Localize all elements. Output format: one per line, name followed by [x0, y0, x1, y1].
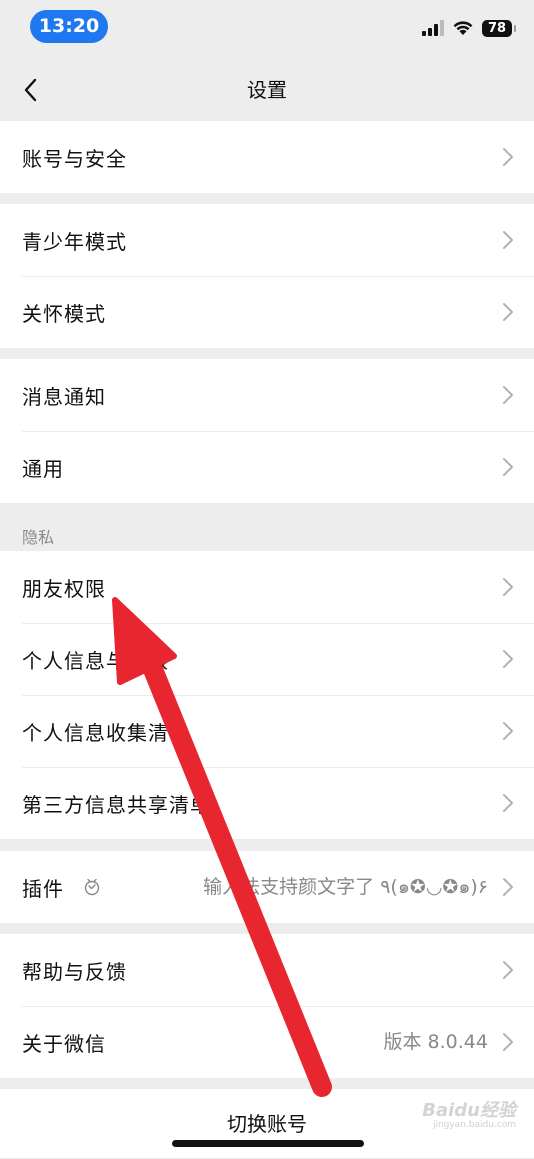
settings-item-care-mode[interactable]: 关怀模式	[0, 276, 534, 348]
settings-screen: 13:20 78 设置 账号与安全 青少年模式 关怀模式 消息通知 通用 隐私 …	[0, 0, 534, 1158]
settings-item-label: 朋友权限	[22, 576, 106, 601]
home-indicator	[172, 1140, 364, 1147]
chevron-right-icon	[503, 878, 513, 896]
baidu-watermark: Baidu经验 jingyan.baidu.com	[422, 1096, 516, 1130]
settings-item-label: 关于微信	[22, 1031, 106, 1056]
settings-item-plugins[interactable]: 插件 输入法支持颜文字了 ٩(๑✪◡✪๑)۶	[0, 851, 534, 923]
settings-item-info-collection-list[interactable]: 个人信息收集清单	[0, 695, 534, 767]
group-plugins: 插件 输入法支持颜文字了 ٩(๑✪◡✪๑)۶	[0, 851, 534, 923]
chevron-right-icon	[503, 386, 513, 404]
section-header-privacy: 隐私	[22, 528, 55, 547]
settings-item-label: 帮助与反馈	[22, 959, 127, 984]
plugins-promo-text: 输入法支持颜文字了 ٩(๑✪◡✪๑)۶	[203, 876, 488, 898]
chevron-right-icon	[503, 794, 513, 812]
settings-item-account-security[interactable]: 账号与安全	[0, 121, 534, 193]
settings-item-general[interactable]: 通用	[0, 431, 534, 503]
plugin-update-icon	[84, 878, 100, 896]
chevron-right-icon	[503, 961, 513, 979]
settings-item-label: 青少年模式	[22, 229, 127, 254]
settings-item-youth-mode[interactable]: 青少年模式	[0, 204, 534, 276]
group-general: 消息通知 通用	[0, 359, 534, 503]
settings-item-friend-permissions[interactable]: 朋友权限	[0, 551, 534, 623]
settings-item-label: 个人信息收集清单	[22, 720, 190, 745]
settings-item-third-party-sharing-list[interactable]: 第三方信息共享清单	[0, 767, 534, 839]
chevron-right-icon	[503, 722, 513, 740]
chevron-right-icon	[503, 231, 513, 249]
group-help: 帮助与反馈 关于微信 版本 8.0.44	[0, 934, 534, 1078]
version-text: 版本 8.0.44	[383, 1031, 488, 1053]
back-button[interactable]	[14, 74, 46, 106]
signal-icon	[422, 20, 444, 36]
status-bar: 13:20 78	[0, 0, 534, 56]
chevron-right-icon	[503, 578, 513, 596]
settings-item-label: 插件	[22, 876, 64, 901]
page-title: 设置	[247, 78, 287, 102]
group-modes: 青少年模式 关怀模式	[0, 204, 534, 348]
settings-item-label: 消息通知	[22, 384, 106, 409]
chevron-right-icon	[503, 303, 513, 321]
chevron-right-icon	[503, 458, 513, 476]
chevron-left-icon	[24, 78, 37, 102]
settings-item-personal-info-permissions[interactable]: 个人信息与权限	[0, 623, 534, 695]
wifi-icon	[453, 21, 473, 35]
status-time: 13:20	[30, 10, 108, 43]
watermark-sub-text: jingyan.baidu.com	[432, 1120, 516, 1130]
battery-icon: 78	[482, 19, 516, 37]
watermark-main-text: Baidu经验	[422, 1100, 516, 1121]
settings-item-notifications[interactable]: 消息通知	[0, 359, 534, 431]
settings-item-help-feedback[interactable]: 帮助与反馈	[0, 934, 534, 1006]
chevron-right-icon	[503, 148, 513, 166]
settings-item-label: 关怀模式	[22, 301, 106, 326]
chevron-right-icon	[503, 650, 513, 668]
status-icons: 78	[422, 18, 516, 38]
settings-item-label: 第三方信息共享清单	[22, 792, 211, 817]
settings-item-label: 账号与安全	[22, 146, 127, 171]
group-account: 账号与安全	[0, 121, 534, 193]
chevron-right-icon	[503, 1033, 513, 1051]
settings-item-about-wechat[interactable]: 关于微信 版本 8.0.44	[0, 1006, 534, 1078]
settings-item-label: 通用	[22, 456, 64, 481]
group-privacy: 朋友权限 个人信息与权限 个人信息收集清单 第三方信息共享清单	[0, 551, 534, 839]
settings-item-label: 个人信息与权限	[22, 648, 169, 673]
nav-bar: 设置	[0, 60, 534, 120]
